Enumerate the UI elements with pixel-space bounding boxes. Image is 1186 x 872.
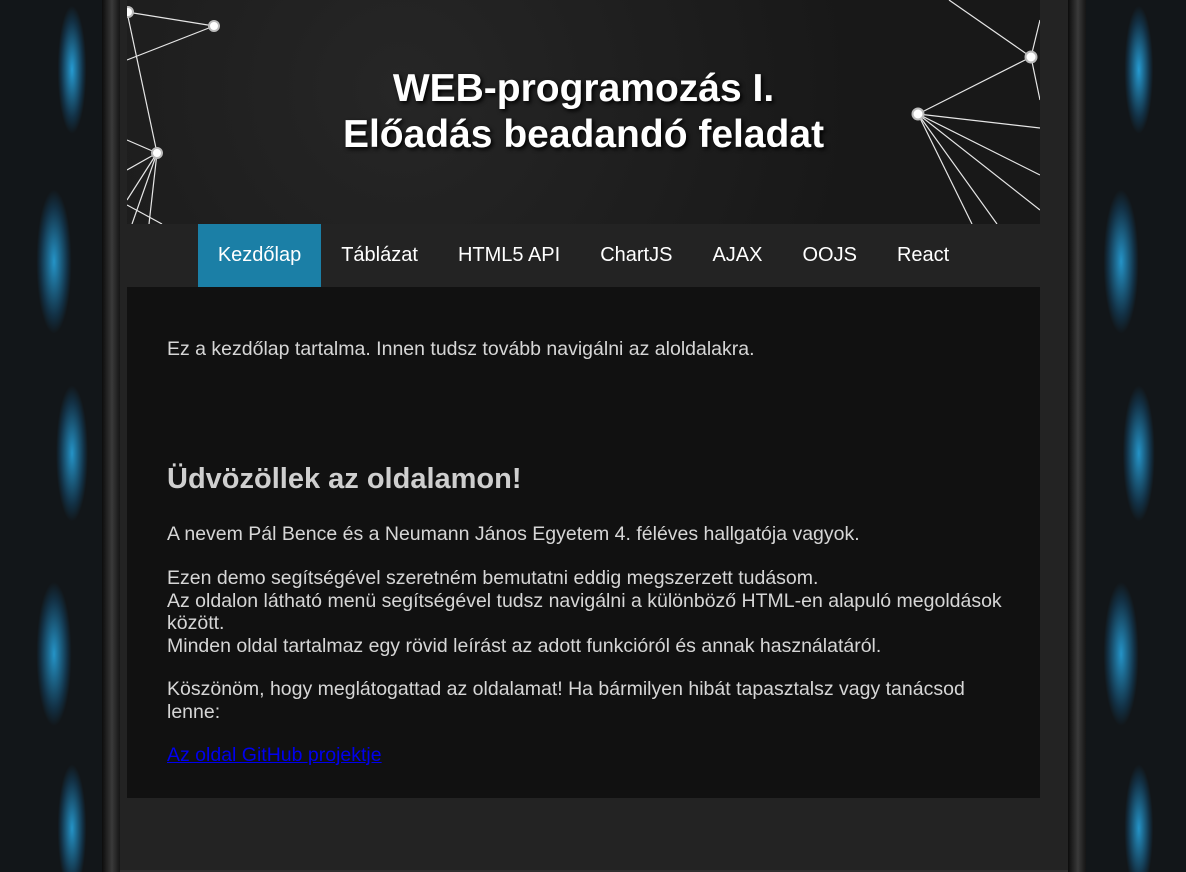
description-line-2: Az oldalon látható menü segítségével tud… — [167, 589, 1002, 635]
main-navigation: Kezdőlap Táblázat HTML5 API ChartJS AJAX… — [127, 224, 1040, 287]
nav-item-kezdolap[interactable]: Kezdőlap — [197, 224, 322, 287]
nav-item-chartjs[interactable]: ChartJS — [580, 224, 692, 287]
nav-item-tablazat[interactable]: Táblázat — [321, 224, 438, 287]
welcome-heading: Üdvözöllek az oldalamon! — [167, 463, 522, 495]
nav-item-html5-api[interactable]: HTML5 API — [438, 224, 580, 287]
title-line-2: Előadás beadandó feladat — [342, 113, 825, 156]
nav-item-react[interactable]: React — [877, 224, 969, 287]
nav-item-oojs[interactable]: OOJS — [782, 224, 876, 287]
right-rail — [1068, 0, 1086, 872]
right-decorative-border — [1068, 0, 1186, 872]
left-decorative-border — [0, 0, 120, 872]
nav-item-ajax[interactable]: AJAX — [692, 224, 782, 287]
description-paragraph: Ezen demo segítségével szeretném bemutat… — [167, 567, 1007, 657]
github-project-link[interactable]: Az oldal GitHub projektje — [167, 744, 382, 767]
title-line-1: WEB-programozás I. — [392, 67, 775, 110]
page-frame: WEB-programozás I. Előadás beadandó fela… — [120, 0, 1068, 872]
intro-text: Ez a kezdőlap tartalma. Innen tudsz tová… — [167, 338, 755, 360]
description-line-3: Minden oldal tartalmaz egy rövid leírást… — [167, 634, 882, 657]
left-rail — [102, 0, 120, 872]
about-paragraph: A nevem Pál Bence és a Neumann János Egy… — [167, 523, 860, 545]
header-banner: WEB-programozás I. Előadás beadandó fela… — [127, 0, 1040, 224]
description-line-1: Ezen demo segítségével szeretném bemutat… — [167, 567, 819, 589]
thanks-paragraph: Köszönöm, hogy meglátogattad az oldalama… — [167, 678, 965, 723]
main-content: Ez a kezdőlap tartalma. Innen tudsz tová… — [127, 287, 1040, 798]
page-title: WEB-programozás I. Előadás beadandó fela… — [127, 66, 1040, 158]
